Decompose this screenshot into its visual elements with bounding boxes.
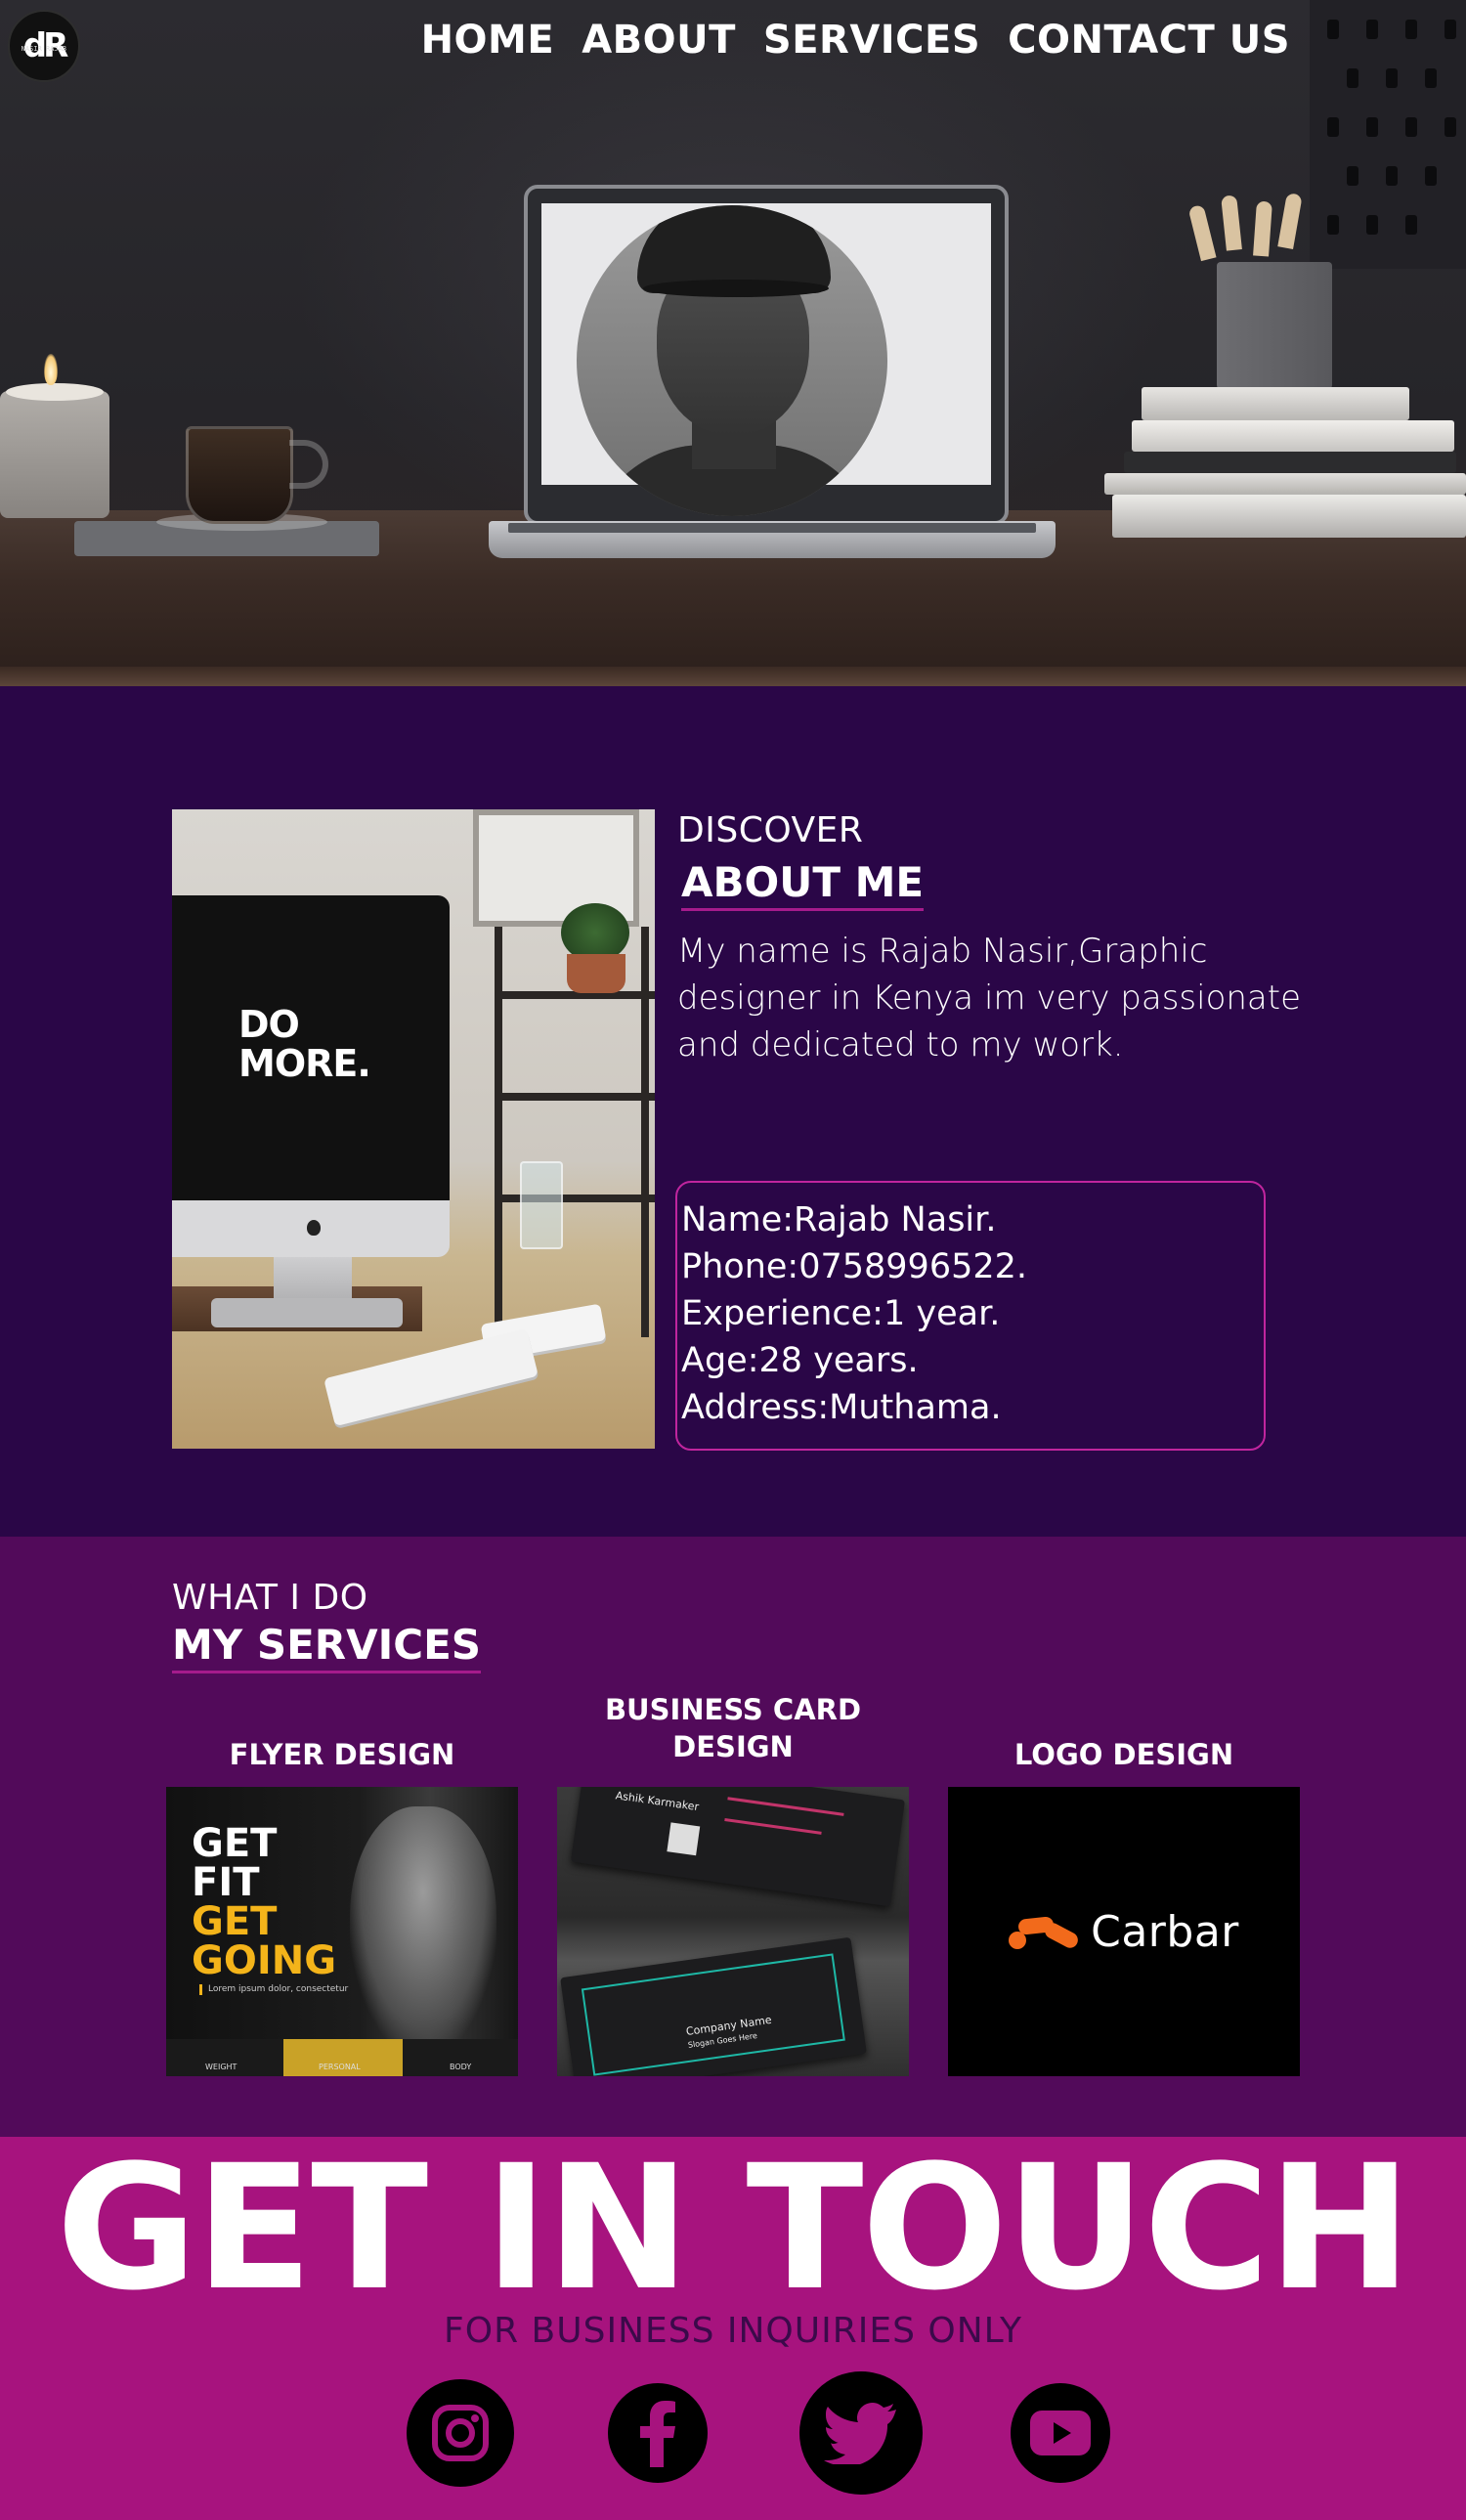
- flyer-model: [350, 1806, 496, 2051]
- plant-pot: [567, 954, 625, 993]
- nav-link-home[interactable]: HOME: [421, 18, 555, 63]
- business-card-back: Company Name Slogan Goes Here: [560, 1936, 867, 2076]
- card-label-business-card: BUSINESS CARD DESIGN: [604, 1693, 862, 1763]
- card-teal-frame: [581, 1953, 845, 2076]
- apple-logo-icon: [307, 1220, 321, 1236]
- info-address: Address:Muthama.: [681, 1388, 1002, 1427]
- card-accent-line: [727, 1797, 844, 1816]
- info-phone[interactable]: Phone:0758996522.: [681, 1243, 1260, 1290]
- hero-section: dR NASIR RAJAB HOME ABOUT SERVICES CONTA…: [0, 0, 1466, 686]
- shelf-post: [495, 927, 502, 1337]
- flyer-design-card[interactable]: GET FIT GET GOING Lorem ipsum dolor, con…: [166, 1787, 518, 2076]
- contact-subtitle: FOR BUSINESS INQUIRIES ONLY: [444, 2311, 1022, 2351]
- flyer-footer-item: WEIGHT: [205, 2063, 237, 2071]
- coffee-cup: [186, 426, 293, 524]
- twitter-glyph: [824, 2403, 896, 2464]
- youtube-icon[interactable]: [1011, 2383, 1110, 2483]
- desk-edge: [0, 667, 1466, 686]
- contact-section: GET IN TOUCH FOR BUSINESS INQUIRIES ONLY: [0, 2131, 1466, 2520]
- pegboard: [1310, 0, 1466, 269]
- flyer-line: GOING: [192, 1938, 337, 1983]
- card-accent-line: [724, 1818, 822, 1835]
- about-info-box: Name:Rajab Nasir. Phone:0758996522. Expe…: [675, 1181, 1266, 1451]
- about-kicker: DISCOVER: [677, 810, 864, 850]
- flyer-line: FIT: [192, 1860, 260, 1905]
- about-photo: DO MORE.: [172, 809, 655, 1449]
- main-nav: HOME ABOUT SERVICES CONTACT US: [421, 18, 1290, 63]
- site-logo[interactable]: dR NASIR RAJAB: [8, 10, 80, 82]
- info-experience: Experience:1 year.: [681, 1294, 1001, 1333]
- carbar-logo-icon: [1009, 1914, 1081, 1951]
- services-kicker: WHAT I DO: [172, 1578, 368, 1618]
- youtube-glyph: [1030, 2411, 1091, 2455]
- business-card-front: Ashik Karmaker: [570, 1787, 906, 1907]
- services-section: WHAT I DO MY SERVICES FLYER DESIGN BUSIN…: [0, 1537, 1466, 2137]
- plant: [561, 903, 629, 962]
- monitor-foot: [211, 1298, 403, 1327]
- info-name: Name:Rajab Nasir.: [681, 1200, 997, 1239]
- instagram-glyph: [432, 2405, 489, 2461]
- candle-jar: [0, 391, 109, 518]
- facebook-glyph: [640, 2401, 675, 2467]
- portrait-cap-brim: [643, 280, 829, 297]
- candle-wax: [6, 383, 104, 401]
- instagram-icon[interactable]: [407, 2379, 514, 2487]
- services-title: MY SERVICES: [172, 1621, 482, 1673]
- logo-design-card[interactable]: Carbar: [948, 1787, 1300, 2076]
- about-section: DO MORE. DISCOVER ABOUT ME My name is Ra…: [0, 686, 1466, 1537]
- shelf: [495, 991, 655, 999]
- candle-flame: [44, 354, 58, 385]
- facebook-icon[interactable]: [608, 2383, 708, 2483]
- shelf-post: [641, 927, 649, 1337]
- flyer-line: GET: [192, 1821, 278, 1866]
- about-bio: My name is Rajab Nasir,Graphic designer …: [677, 932, 1301, 1064]
- flyer-footer-item: BODY: [450, 2063, 472, 2071]
- keyboard: [323, 1327, 539, 1427]
- shelf: [495, 1195, 655, 1202]
- shelf: [495, 1093, 655, 1101]
- nav-link-services[interactable]: SERVICES: [763, 18, 980, 63]
- flyer-line: GET: [192, 1899, 278, 1944]
- card-label-logo: LOGO DESIGN: [1013, 1738, 1234, 1771]
- contact-title: GET IN TOUCH: [56, 2128, 1411, 2328]
- about-title: ABOUT ME: [681, 858, 925, 911]
- card-label-flyer: FLYER DESIGN: [229, 1738, 455, 1771]
- info-age: Age:28 years.: [681, 1341, 919, 1380]
- nav-link-contact[interactable]: CONTACT US: [1008, 18, 1290, 63]
- flyer-footer-item: PERSONAL: [319, 2063, 361, 2071]
- logo-caption: NASIR RAJAB: [21, 45, 66, 53]
- twitter-icon[interactable]: [799, 2371, 923, 2495]
- carbar-wordmark: Carbar: [1091, 1906, 1239, 1957]
- nav-link-about[interactable]: ABOUT: [582, 18, 736, 63]
- photo-caption: DO MORE.: [238, 1003, 371, 1085]
- water-glass: [520, 1161, 563, 1249]
- flyer-small-text: Lorem ipsum dolor, consectetur: [199, 1984, 348, 1995]
- qr-code-icon: [667, 1822, 701, 1856]
- card-person-name: Ashik Karmaker: [614, 1789, 700, 1814]
- profile-portrait: [577, 205, 887, 516]
- business-card-design-card[interactable]: Ashik Karmaker Company Name Slogan Goes …: [557, 1787, 909, 2076]
- pencil-cup: [1217, 262, 1332, 389]
- laptop-keyboard: [508, 523, 1036, 533]
- flyer-headline: GET FIT GET GOING: [192, 1824, 336, 1980]
